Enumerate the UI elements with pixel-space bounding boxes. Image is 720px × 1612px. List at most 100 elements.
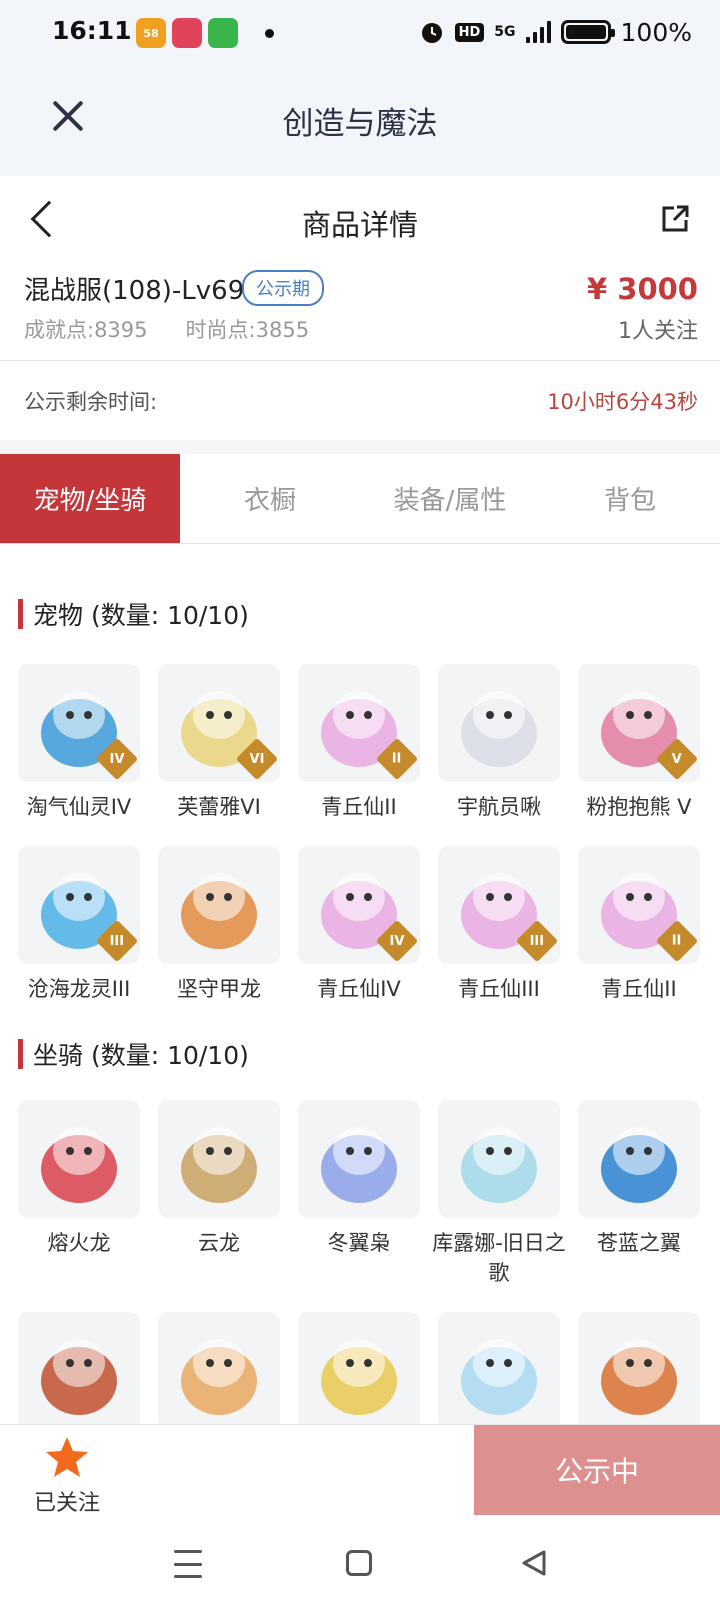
pets-item[interactable]: IV 青丘仙IV — [298, 846, 420, 1004]
pets-item-label: 沧海龙灵III — [27, 977, 131, 1001]
mounts-item-label: 库露娜-旧日之歌 — [432, 1231, 566, 1285]
winter-owl-mount-icon — [298, 1100, 420, 1218]
product-name: 混战服(108)-Lv69 — [24, 276, 245, 306]
pets-item[interactable]: II 青丘仙II — [298, 664, 420, 822]
fox-fairy-pet-icon: II — [298, 664, 420, 782]
tab-backpack[interactable]: 背包 — [540, 454, 720, 543]
battery-percent: 100% — [620, 17, 692, 47]
pets-item-label: 粉抱抱熊 V — [586, 795, 692, 819]
hd-badge: HD — [454, 22, 485, 42]
pets-item[interactable]: 坚守甲龙 — [158, 846, 280, 1004]
pets-item-label: 宇航员啾 — [457, 795, 541, 819]
dark-phoenix-mount-icon — [18, 1312, 140, 1430]
mounts-item[interactable] — [438, 1312, 560, 1440]
sea-dragon-pet-icon: III — [18, 846, 140, 964]
status-badge: 公示期 — [242, 270, 324, 306]
section-marker — [18, 1039, 23, 1069]
mounts-item[interactable] — [298, 1312, 420, 1440]
58-app-icon: 58 — [136, 18, 166, 48]
share-icon[interactable] — [660, 204, 690, 234]
fashion-points: 时尚点:3855 — [185, 318, 310, 342]
stats: 成就点:8395 时尚点:3855 — [24, 314, 309, 344]
pets-item[interactable]: IV 淘气仙灵IV — [18, 664, 140, 822]
fox-fairy-pet-icon: III — [438, 846, 560, 964]
mounts-item[interactable] — [18, 1312, 140, 1440]
pets-item-label: 芙蕾雅VI — [177, 795, 261, 819]
mounts-item[interactable]: 熔火龙 — [18, 1100, 140, 1288]
pets-item[interactable]: VI 芙蕾雅VI — [158, 664, 280, 822]
pets-item[interactable]: II 青丘仙II — [578, 846, 700, 1004]
price: ¥ 3000 — [587, 272, 698, 306]
countdown-label: 公示剩余时间: — [24, 390, 158, 414]
tab-wardrobe[interactable]: 衣橱 — [180, 454, 360, 543]
mounts-item[interactable] — [578, 1312, 700, 1440]
pets-grid: IV 淘气仙灵IV VI 芙蕾雅VI II 青丘仙II 宇航员啾 V 粉抱抱熊 V III 沧海龙灵… — [18, 664, 702, 1004]
fox-fairy-pet-icon: II — [578, 846, 700, 964]
section-marker — [18, 599, 23, 629]
spirit-maiden-mount-icon — [438, 1312, 560, 1430]
menu-icon[interactable] — [174, 1550, 202, 1578]
armored-dragon-pet-icon — [158, 846, 280, 964]
pets-item-label: 青丘仙IV — [317, 977, 401, 1001]
publicity-button[interactable]: 公示中 — [474, 1425, 720, 1515]
countdown-value: 10小时6分43秒 — [547, 390, 698, 414]
mounts-item[interactable]: 苍蓝之翼 — [578, 1100, 700, 1288]
mounts-item-label: 云龙 — [198, 1231, 240, 1255]
system-nav-bar — [0, 1520, 720, 1612]
mounts-item[interactable]: 库露娜-旧日之歌 — [432, 1100, 566, 1288]
tab-pets-mounts[interactable]: 宠物/坐骑 — [0, 454, 180, 543]
mounts-item-label: 苍蓝之翼 — [597, 1231, 681, 1255]
pets-item-label: 坚守甲龙 — [177, 977, 261, 1001]
mounts-item-label: 冬翼枭 — [327, 1231, 391, 1255]
status-time: 16:11 — [52, 16, 132, 45]
pets-section-title: 宠物 (数量: 10/10) — [18, 596, 249, 632]
follow-count: 1人关注 — [618, 319, 698, 344]
golden-dragon-mount-icon — [298, 1312, 420, 1430]
home-icon[interactable] — [346, 1550, 372, 1576]
top-nav: 创造与魔法 — [0, 66, 720, 176]
notification-dot — [265, 29, 274, 38]
countdown-row: 公示剩余时间: 10小时6分43秒 — [0, 362, 720, 440]
alarm-icon — [421, 23, 442, 43]
astronaut-pet-icon — [438, 664, 560, 782]
app-title: 创造与魔法 — [282, 106, 438, 142]
network-type: 5G — [494, 24, 516, 40]
pink-bear-pet-icon: V — [578, 664, 700, 782]
cat-mount-icon — [158, 1312, 280, 1430]
back-triangle-icon[interactable] — [518, 1548, 548, 1578]
pets-item[interactable]: III 沧海龙灵III — [18, 846, 140, 1004]
azure-wing-mount-icon — [578, 1100, 700, 1218]
fire-bird-mount-icon — [578, 1312, 700, 1430]
pets-item-label: 淘气仙灵IV — [26, 795, 132, 819]
pets-item[interactable]: V 粉抱抱熊 V — [578, 664, 700, 822]
pets-title-text: 宠物 (数量: 10/10) — [33, 601, 249, 630]
achievement-points: 成就点:8395 — [24, 318, 148, 342]
detail-header: 商品详情 — [0, 176, 720, 266]
pets-item[interactable]: 宇航员啾 — [438, 664, 560, 822]
tab-bar: 宠物/坐骑 衣橱 装备/属性 背包 — [0, 454, 720, 544]
follow-label[interactable]: 已关注 — [34, 1485, 100, 1517]
divider — [0, 360, 720, 361]
status-right: HD 5G 100% — [419, 16, 692, 48]
bottom-bar: 已关注 公示中 — [0, 1424, 720, 1520]
mounts-section-title: 坐骑 (数量: 10/10) — [18, 1036, 249, 1072]
lava-dragon-mount-icon — [18, 1100, 140, 1218]
pets-item-label: 青丘仙III — [458, 977, 540, 1001]
page-title: 商品详情 — [301, 208, 418, 242]
mounts-item-label: 熔火龙 — [47, 1231, 111, 1255]
shop-app-icon — [208, 18, 238, 48]
tab-equipment[interactable]: 装备/属性 — [360, 454, 540, 543]
section-gap — [0, 440, 720, 454]
mounts-item[interactable]: 云龙 — [158, 1100, 280, 1288]
fox-fairy-pet-icon: IV — [298, 846, 420, 964]
mounts-item[interactable] — [158, 1312, 280, 1440]
battery-icon — [560, 20, 615, 44]
status-bar: 16:11 58 HD 5G 100% — [0, 0, 720, 66]
blue-dog-pet-icon: IV — [18, 664, 140, 782]
kuluna-mount-icon — [438, 1100, 560, 1218]
pets-item-label: 青丘仙II — [321, 795, 397, 819]
star-icon[interactable] — [44, 1435, 90, 1481]
signal-icon — [525, 21, 551, 43]
mounts-item[interactable]: 冬翼枭 — [298, 1100, 420, 1288]
pets-item[interactable]: III 青丘仙III — [438, 846, 560, 1004]
